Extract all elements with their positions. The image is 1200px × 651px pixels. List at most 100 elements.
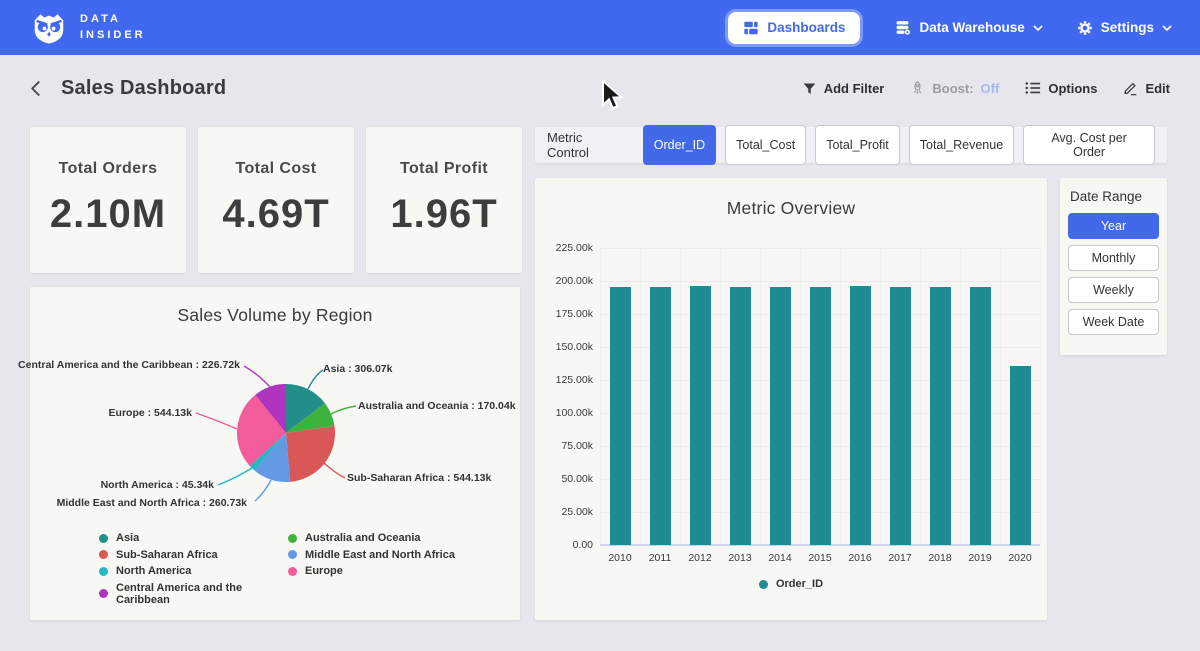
pie-callout-europe: Europe : 544.13k	[109, 407, 192, 419]
x-tick-label: 2010	[600, 552, 640, 564]
boost-toggle[interactable]: Boost: Off	[910, 80, 999, 96]
y-tick-label: 175.00k	[535, 308, 593, 320]
legend-item[interactable]: North America	[99, 565, 288, 577]
page-title: Sales Dashboard	[61, 77, 226, 100]
pie-legend-column-0: Asia Sub-Saharan Africa North America Centr…	[99, 532, 288, 606]
legend-item[interactable]: Sub-Saharan Africa	[99, 549, 288, 561]
brand: DATA INSIDER	[30, 9, 146, 47]
bar-chart-legend: Order_ID	[535, 578, 1047, 590]
legend-dot	[288, 550, 297, 559]
metric-chip-total-profit[interactable]: Total_Profit	[815, 125, 900, 165]
bar-2014[interactable]	[770, 287, 791, 545]
legend-dot	[288, 534, 297, 543]
legend-item[interactable]: Australia and Oceania	[288, 532, 455, 544]
y-tick-label: 50.00k	[535, 473, 593, 485]
nav-settings[interactable]: Settings	[1077, 20, 1172, 36]
legend-dot	[99, 567, 108, 576]
nav-dashboards-label: Dashboards	[767, 20, 845, 35]
boost-value: Off	[981, 81, 1000, 96]
pie-callout-mena: Middle East and North Africa : 260.73k	[57, 497, 247, 509]
metric-control-label: Metric Control	[547, 130, 628, 160]
bar-2019[interactable]	[970, 287, 991, 545]
pie-slices	[237, 384, 335, 482]
bar-2016[interactable]	[850, 286, 871, 545]
options-label: Options	[1048, 81, 1097, 96]
x-tick-label: 2018	[920, 552, 960, 564]
pie-callout-subsaharan: Sub-Saharan Africa : 544.13k	[347, 472, 491, 484]
boost-label: Boost:	[932, 81, 973, 96]
legend-item[interactable]: Europe	[288, 565, 455, 577]
edit-button[interactable]: Edit	[1123, 80, 1170, 96]
plot-band-line	[1040, 248, 1041, 545]
legend-item[interactable]: Central America and the Caribbean	[99, 582, 288, 606]
metric-control-strip: Metric Control Order_IDTotal_CostTotal_P…	[535, 127, 1167, 163]
metric-chip-total-cost[interactable]: Total_Cost	[725, 125, 806, 165]
bar-2012[interactable]	[690, 286, 711, 545]
funnel-icon	[802, 81, 817, 96]
legend-label: Order_ID	[776, 578, 823, 590]
date-range-week-date[interactable]: Week Date	[1068, 309, 1159, 335]
bar-plot-area	[600, 248, 1040, 545]
pie-callout-northamerica: North America : 45.34k	[101, 479, 214, 491]
date-range-weekly[interactable]: Weekly	[1068, 277, 1159, 303]
options-button[interactable]: Options	[1025, 81, 1097, 96]
kpi-card-total-orders: Total Orders 2.10M	[30, 127, 186, 273]
back-button[interactable]	[30, 80, 41, 97]
pie-slice-2[interactable]	[286, 426, 335, 482]
kpi-value: 1.96T	[390, 192, 497, 237]
kpi-label: Total Cost	[235, 160, 316, 178]
kpi-value: 4.69T	[222, 192, 329, 237]
bar-2017[interactable]	[890, 287, 911, 545]
nav-data-warehouse-label: Data Warehouse	[919, 20, 1024, 35]
bar-2020[interactable]	[1010, 366, 1031, 545]
y-tick-label: 25.00k	[535, 506, 593, 518]
database-icon	[894, 19, 911, 36]
kpi-card-total-cost: Total Cost 4.69T	[198, 127, 354, 273]
legend-label: Middle East and North Africa	[305, 549, 455, 561]
bar-chart-card: Metric Overview 225.00k200.00k175.00k150…	[535, 178, 1047, 620]
metric-chip-order-id[interactable]: Order_ID	[643, 125, 716, 165]
legend-item[interactable]: Middle East and North Africa	[288, 549, 455, 561]
add-filter-button[interactable]: Add Filter	[802, 81, 885, 96]
kpi-card-total-profit: Total Profit 1.96T	[366, 127, 522, 273]
x-tick-label: 2020	[1000, 552, 1040, 564]
legend-dot	[759, 580, 768, 589]
legend-item[interactable]: Asia	[99, 532, 288, 544]
legend-label: Asia	[116, 532, 139, 544]
x-tick-label: 2016	[840, 552, 880, 564]
x-tick-label: 2014	[760, 552, 800, 564]
bar-2018[interactable]	[930, 287, 951, 545]
date-range-year[interactable]: Year	[1068, 213, 1159, 239]
bar-2011[interactable]	[650, 287, 671, 545]
owl-logo-icon	[30, 9, 68, 47]
legend-label: Europe	[305, 565, 343, 577]
x-tick-label: 2015	[800, 552, 840, 564]
nav-dashboards-button[interactable]: Dashboards	[728, 12, 860, 44]
bar-2013[interactable]	[730, 287, 751, 545]
legend-label: Central America and the Caribbean	[116, 582, 288, 606]
bar-series	[600, 248, 1040, 545]
y-tick-label: 0.00	[535, 539, 593, 551]
nav-settings-label: Settings	[1101, 20, 1154, 35]
date-range-panel: Date Range YearMonthlyWeeklyWeek Date	[1060, 178, 1167, 355]
rocket-icon	[910, 80, 925, 96]
list-icon	[1025, 81, 1041, 95]
x-tick-label: 2019	[960, 552, 1000, 564]
chevron-down-icon	[1162, 25, 1172, 31]
y-tick-label: 200.00k	[535, 275, 593, 287]
kpi-label: Total Profit	[400, 160, 488, 178]
pie-chart-card: Sales Volume by Region Asia : 306.07k Au…	[30, 287, 520, 620]
bar-2010[interactable]	[610, 287, 631, 545]
metric-chip-total-revenue[interactable]: Total_Revenue	[909, 125, 1014, 165]
date-range-monthly[interactable]: Monthly	[1068, 245, 1159, 271]
dashboard-grid-icon	[743, 20, 759, 36]
legend-label: Australia and Oceania	[305, 532, 421, 544]
x-tick-label: 2011	[640, 552, 680, 564]
y-tick-label: 150.00k	[535, 341, 593, 353]
nav-data-warehouse[interactable]: Data Warehouse	[894, 19, 1042, 36]
metric-chip-avg-cost-per-order[interactable]: Avg. Cost per Order	[1023, 125, 1155, 165]
page-header: Sales Dashboard Add Filter Boost: Off	[0, 55, 1200, 121]
bar-2015[interactable]	[810, 287, 831, 545]
legend-item-order-id[interactable]: Order_ID	[759, 578, 823, 590]
pencil-icon	[1123, 80, 1138, 96]
